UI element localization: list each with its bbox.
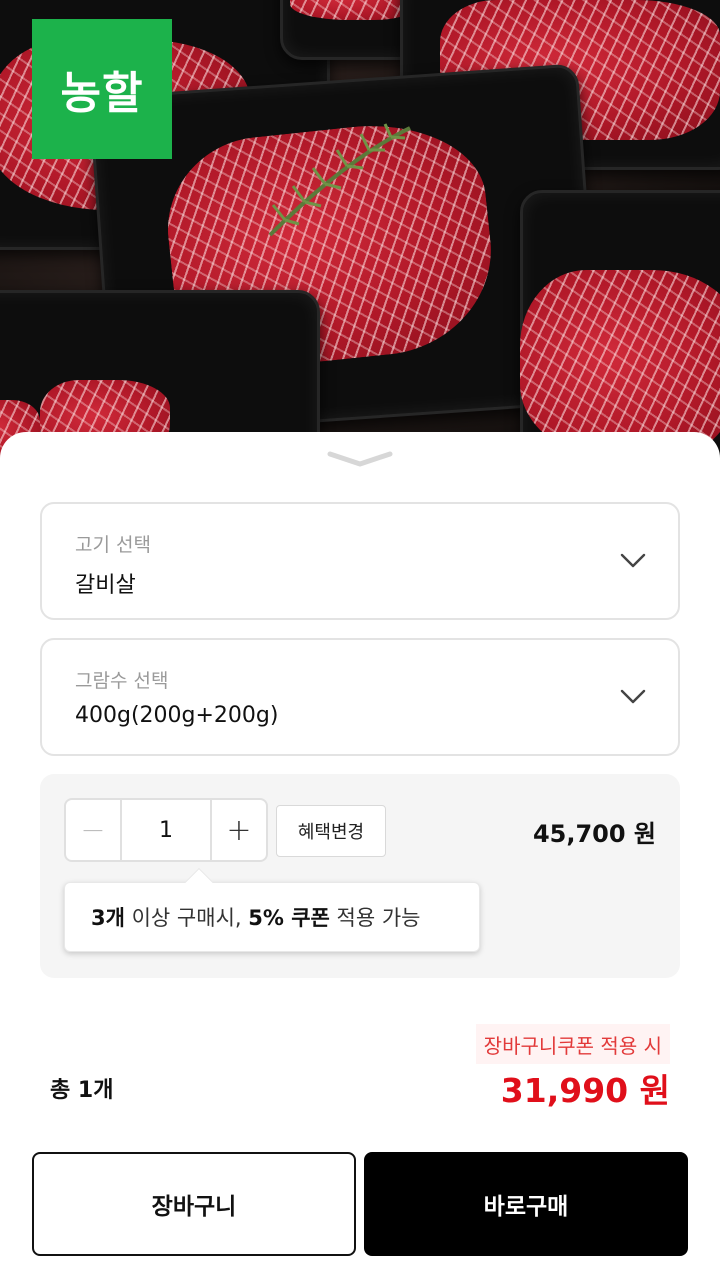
product-image: 농할 — [0, 0, 720, 470]
total-count: 총 1개 — [50, 1078, 114, 1103]
meat-select[interactable]: 고기 선택 갈비살 — [40, 502, 680, 620]
decrease-button[interactable]: − — [66, 800, 120, 860]
tooltip-text: 이상 구매시, — [124, 906, 249, 930]
rosemary-sprig — [268, 123, 411, 237]
tooltip-qty-text: 3개 — [91, 906, 125, 930]
tooltip-coupon-text: 5% 쿠폰 — [248, 906, 330, 930]
quantity-panel: − 1 + 혜택변경 45,700 원 3개 이상 구매시, 5% 쿠폰 적용 … — [40, 774, 680, 978]
chevron-down-icon — [620, 689, 646, 704]
option-sheet: 고기 선택 갈비살 그람수 선택 400g(200g+200g) − 1 + 혜… — [0, 432, 720, 1280]
coupon-tooltip: 3개 이상 구매시, 5% 쿠폰 적용 가능 — [64, 867, 480, 952]
change-benefit-button[interactable]: 혜택변경 — [276, 805, 386, 857]
weight-select-value: 400g(200g+200g) — [75, 703, 279, 728]
quantity-stepper: − 1 + — [64, 798, 268, 862]
buy-now-button[interactable]: 바로구매 — [364, 1152, 688, 1256]
increase-button[interactable]: + — [212, 800, 266, 860]
weight-select-label: 그람수 선택 — [75, 670, 169, 692]
tooltip-arrow — [184, 867, 214, 897]
collapse-handle-icon[interactable] — [326, 448, 394, 470]
coupon-applied-note: 장바구니쿠폰 적용 시 — [475, 1024, 670, 1064]
quantity-value[interactable]: 1 — [120, 800, 212, 860]
tooltip-text: 적용 가능 — [329, 906, 421, 930]
meat-select-value: 갈비살 — [75, 573, 136, 598]
add-to-cart-button[interactable]: 장바구니 — [32, 1152, 356, 1256]
brand-logo: 농할 — [32, 19, 172, 159]
brand-logo-text: 농할 — [60, 68, 144, 119]
unit-price: 45,700 원 — [532, 820, 656, 848]
total-price: 31,990 원 — [500, 1071, 670, 1110]
meat-select-label: 고기 선택 — [75, 534, 151, 556]
weight-select[interactable]: 그람수 선택 400g(200g+200g) — [40, 638, 680, 756]
chevron-down-icon — [620, 553, 646, 568]
